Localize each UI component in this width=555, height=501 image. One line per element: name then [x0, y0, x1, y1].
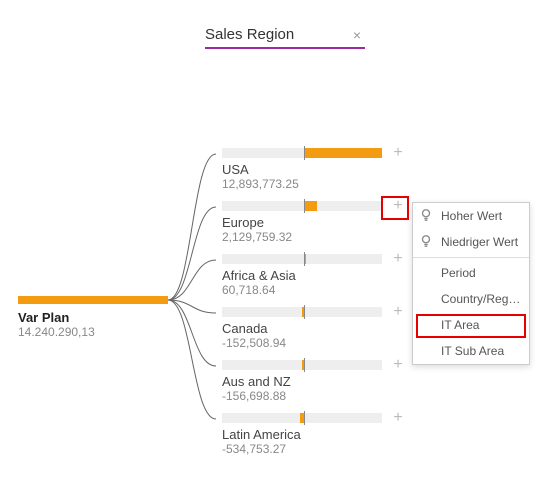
child-bar: [222, 413, 382, 423]
expand-icon[interactable]: +: [390, 356, 406, 374]
expand-icon[interactable]: +: [390, 409, 406, 427]
menu-item-high-value[interactable]: Hoher Wert: [413, 203, 529, 229]
menu-item-label: Period: [441, 266, 476, 280]
tree-connectors: [168, 140, 222, 480]
breadcrumb: Sales Region ×: [205, 26, 365, 49]
menu-item-label: Country/Region: [441, 292, 524, 306]
child-node-africa-asia[interactable]: + Africa & Asia 60,718.64: [222, 254, 422, 307]
child-label: Africa & Asia: [222, 268, 422, 283]
child-value: -152,508.94: [222, 336, 422, 350]
menu-item-it-area[interactable]: IT Area: [413, 312, 529, 338]
context-menu: Hoher Wert Niedriger Wert Period Country…: [412, 202, 530, 365]
menu-item-it-sub-area[interactable]: IT Sub Area: [413, 338, 529, 364]
menu-item-low-value[interactable]: Niedriger Wert: [413, 229, 529, 255]
menu-item-period[interactable]: Period: [413, 260, 529, 286]
expand-icon[interactable]: +: [390, 144, 406, 162]
child-bar: [222, 254, 382, 264]
root-bar: [18, 296, 168, 304]
child-value: -534,753.27: [222, 442, 422, 456]
child-bar: [222, 148, 382, 158]
menu-item-label: IT Sub Area: [441, 344, 504, 358]
child-value: 12,893,773.25: [222, 177, 422, 191]
child-label: USA: [222, 162, 422, 177]
menu-item-label: Niedriger Wert: [441, 235, 518, 249]
breadcrumb-title: Sales Region: [205, 26, 294, 43]
menu-item-country-region[interactable]: Country/Region: [413, 286, 529, 312]
expand-icon[interactable]: +: [390, 303, 406, 321]
close-icon[interactable]: ×: [349, 27, 365, 43]
child-label: Europe: [222, 215, 422, 230]
root-value: 14.240.290,13: [18, 325, 168, 339]
child-bar: [222, 307, 382, 317]
menu-separator: [413, 257, 529, 258]
menu-item-label: IT Area: [441, 318, 479, 332]
child-node-usa[interactable]: + USA 12,893,773.25: [222, 148, 422, 201]
expand-icon[interactable]: +: [390, 197, 406, 215]
child-node-canada[interactable]: + Canada -152,508.94: [222, 307, 422, 360]
child-label: Latin America: [222, 427, 422, 442]
root-label: Var Plan: [18, 310, 168, 325]
lightbulb-icon: [419, 208, 433, 222]
menu-item-label: Hoher Wert: [441, 209, 502, 223]
child-value: -156,698.88: [222, 389, 422, 403]
child-bar: [222, 201, 382, 211]
child-value: 2,129,759.32: [222, 230, 422, 244]
child-node-latin-america[interactable]: + Latin America -534,753.27: [222, 413, 422, 466]
child-value: 60,718.64: [222, 283, 422, 297]
child-node-europe[interactable]: + Europe 2,129,759.32: [222, 201, 422, 254]
expand-icon[interactable]: +: [390, 250, 406, 268]
children-column: + USA 12,893,773.25 + Europe 2,129,759.3…: [222, 148, 422, 466]
child-label: Aus and NZ: [222, 374, 422, 389]
child-node-aus-nz[interactable]: + Aus and NZ -156,698.88: [222, 360, 422, 413]
lightbulb-icon: [419, 234, 433, 248]
child-bar: [222, 360, 382, 370]
child-label: Canada: [222, 321, 422, 336]
root-node[interactable]: Var Plan 14.240.290,13: [18, 296, 168, 339]
